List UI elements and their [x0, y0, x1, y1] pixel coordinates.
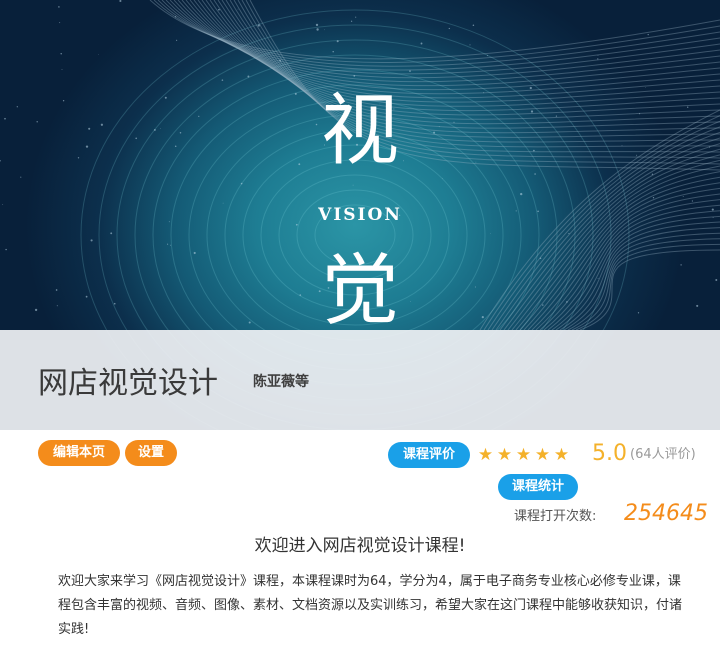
star-icon: ★ — [477, 445, 494, 465]
banner-char-bottom: 觉 — [320, 246, 399, 336]
star-icon: ★ — [496, 445, 513, 465]
course-statistics-button[interactable]: 课程统计 — [498, 474, 578, 500]
course-evaluation-button[interactable]: 课程评价 — [388, 442, 470, 468]
banner-word: VISION — [318, 205, 402, 225]
rating-score: 5.0 — [592, 441, 627, 466]
course-title: 网店视觉设计 — [38, 366, 218, 401]
course-author: 陈亚薇等 — [253, 374, 309, 390]
banner-char-top: 视 — [320, 86, 399, 176]
rating-stars: ★ ★ ★ ★ ★ — [476, 442, 571, 468]
open-count-label: 课程打开次数: — [514, 509, 597, 524]
star-icon: ★ — [553, 445, 570, 465]
course-description: 欢迎大家来学习《网店视觉设计》课程，本课程课时为64，学分为4，属于电子商务专业… — [58, 574, 683, 637]
star-icon: ★ — [534, 445, 551, 465]
welcome-heading: 欢迎进入网店视觉设计课程! — [254, 536, 466, 556]
open-count-value: 254645 — [624, 501, 708, 526]
star-icon: ★ — [515, 445, 532, 465]
edit-page-button[interactable]: 编辑本页 — [38, 440, 120, 466]
review-count[interactable]: (64人评价) — [630, 447, 696, 463]
settings-button[interactable]: 设置 — [125, 440, 177, 466]
